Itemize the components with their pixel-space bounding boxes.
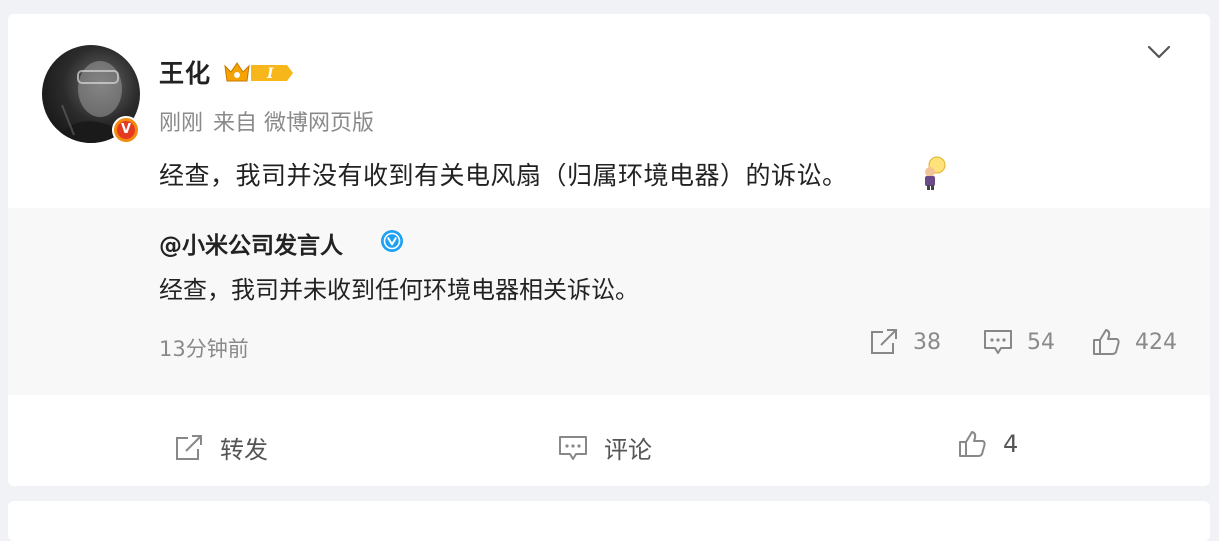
- lightbulb-emoji-icon: [919, 156, 947, 194]
- next-post-card: [8, 501, 1210, 541]
- post-meta: 刚刚 来自 微博网页版: [159, 105, 384, 137]
- like-icon: [959, 431, 986, 457]
- repost-button[interactable]: 转发: [174, 430, 268, 465]
- like-count: 424: [1135, 329, 1177, 355]
- post-time[interactable]: 刚刚: [159, 111, 203, 136]
- repost-share-stat[interactable]: 38: [869, 328, 941, 356]
- comment-button[interactable]: 评论: [558, 430, 652, 465]
- vip-v-icon: V: [112, 116, 140, 144]
- repost-comment-stat[interactable]: 54: [983, 328, 1055, 356]
- share-icon: [871, 329, 897, 354]
- verified-icon: [380, 229, 404, 257]
- comment-icon: [984, 330, 1012, 354]
- repost-author[interactable]: @小米公司发言人: [159, 226, 343, 260]
- share-icon: [176, 434, 202, 460]
- like-icon: [1093, 329, 1120, 355]
- level-text: I: [266, 66, 274, 82]
- crown-level-icon[interactable]: I: [223, 60, 295, 90]
- repost-text: 经查，我司并未收到任何环境电器相关诉讼。: [159, 276, 639, 304]
- share-count: 38: [913, 329, 941, 355]
- username[interactable]: 王化: [159, 54, 211, 90]
- post-card: V 王化 I 刚刚 来自 微博网页版 经查，我司并没有收到有关电风扇（归属环境电器…: [8, 14, 1210, 486]
- comment-count: 54: [1027, 329, 1055, 355]
- chevron-down-icon[interactable]: [1147, 40, 1171, 64]
- comment-label: 评论: [604, 436, 652, 464]
- like-button[interactable]: 4: [957, 430, 1018, 458]
- post-text: 经查，我司并没有收到有关电风扇（归属环境电器）的诉讼。: [159, 161, 848, 190]
- repost-like-stat[interactable]: 424: [1091, 328, 1177, 356]
- comment-icon: [559, 435, 587, 460]
- reposted-content[interactable]: @小米公司发言人 经查，我司并未收到任何环境电器相关诉讼。 13分钟前 38 5…: [8, 208, 1210, 395]
- repost-label: 转发: [220, 436, 268, 464]
- repost-time[interactable]: 13分钟前: [159, 333, 249, 363]
- post-source: 来自 微博网页版: [213, 111, 375, 136]
- post-like-count: 4: [1003, 430, 1019, 458]
